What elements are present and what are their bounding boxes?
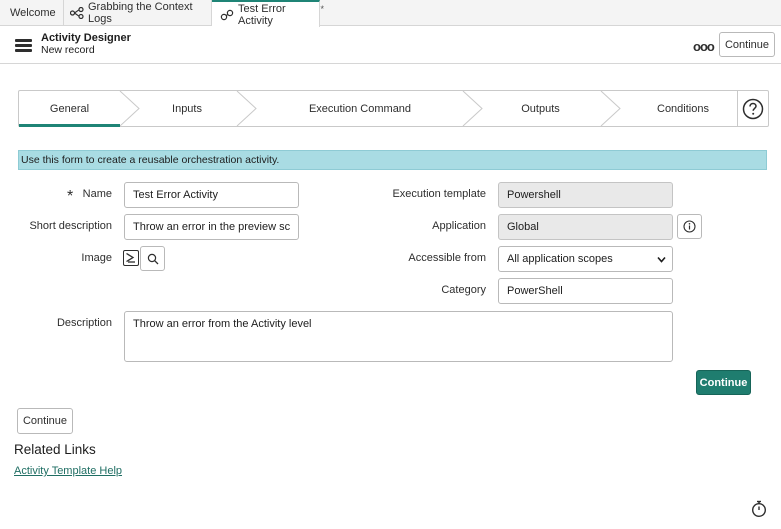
form-header: Activity Designer New record ooo Continu…	[0, 27, 781, 64]
accessible-from-wrapper: All application scopes	[498, 246, 673, 272]
process-flow: General Inputs Execution Command Outputs…	[18, 90, 769, 127]
image-placeholder-icon	[123, 250, 139, 266]
timer-icon[interactable]	[751, 500, 767, 518]
flow-icon	[70, 7, 84, 19]
flow-step-outputs[interactable]: Outputs	[473, 91, 608, 126]
description-label: Description	[56, 317, 112, 329]
tab-strip: Welcome Grabbing the Context Logs Test E…	[0, 0, 781, 27]
application-info-button[interactable]	[677, 214, 702, 239]
page-title: Activity Designer	[41, 32, 131, 44]
continue-button-bottom[interactable]: Continue	[17, 408, 73, 434]
more-options-icon[interactable]: ooo	[693, 39, 715, 54]
modified-marker: *	[320, 4, 324, 14]
short-description-label: Short description	[29, 220, 112, 232]
name-label: Name	[82, 188, 112, 200]
category-field[interactable]	[498, 278, 673, 304]
flow-step-execution-command[interactable]: Execution Command	[247, 91, 473, 126]
info-message: Use this form to create a reusable orche…	[18, 150, 767, 170]
link-icon	[220, 9, 234, 21]
help-icon[interactable]	[739, 93, 767, 124]
continue-button-header[interactable]: Continue	[719, 32, 775, 57]
tab-label: Welcome	[10, 7, 56, 19]
accessible-from-label: Accessible from	[408, 252, 486, 264]
tab-label: Grabbing the Context Logs	[88, 1, 193, 25]
info-icon	[683, 220, 696, 233]
search-icon	[147, 253, 158, 264]
flow-step-inputs[interactable]: Inputs	[131, 91, 243, 126]
image-search-button[interactable]	[140, 246, 165, 271]
description-field[interactable]: Throw an error from the Activity level	[124, 311, 673, 362]
execution-template-label: Execution template	[392, 188, 486, 200]
application-label: Application	[432, 220, 486, 232]
name-field[interactable]	[124, 182, 299, 208]
activity-template-help-link[interactable]: Activity Template Help	[14, 465, 122, 477]
tab-welcome[interactable]: Welcome	[0, 0, 64, 26]
accessible-from-select[interactable]: All application scopes	[498, 246, 673, 272]
image-label: Image	[81, 252, 112, 264]
application-field	[498, 214, 673, 240]
flow-step-conditions[interactable]: Conditions	[609, 91, 757, 126]
related-links-title: Related Links	[14, 442, 96, 457]
execution-template-field	[498, 182, 673, 208]
category-label: Category	[441, 284, 486, 296]
active-step-indicator	[19, 124, 120, 127]
tab-grabbing-context-logs[interactable]: Grabbing the Context Logs	[64, 0, 212, 26]
flow-step-general[interactable]: General	[19, 91, 120, 126]
tab-label: Test Error Activity	[238, 2, 286, 27]
menu-icon[interactable]	[15, 39, 32, 52]
continue-button-primary[interactable]: Continue	[696, 370, 751, 395]
tab-test-error-activity[interactable]: Test Error Activity *	[212, 0, 324, 27]
short-description-field[interactable]	[124, 214, 299, 240]
page-subtitle: New record	[41, 44, 95, 56]
